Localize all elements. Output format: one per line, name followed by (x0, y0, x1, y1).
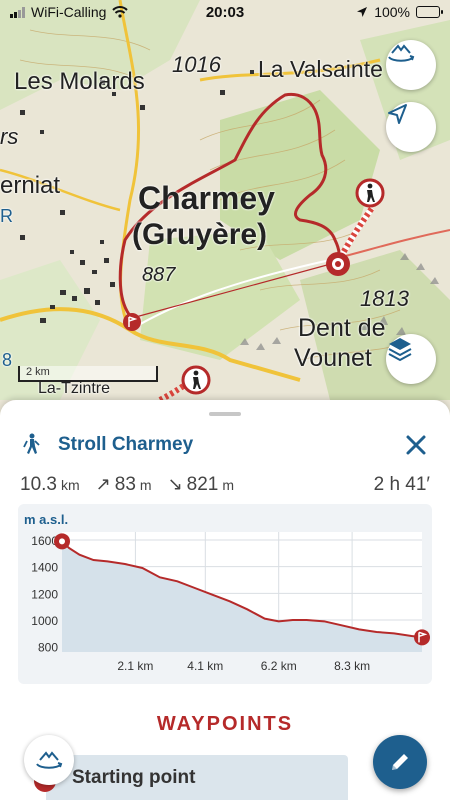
ascent-arrow-icon: ↗ (95, 474, 111, 494)
status-bar: WiFi-Calling 20:03 100% (0, 0, 450, 24)
elevation-profile[interactable]: 1600 1400 1200 1000 800 2.1 km 4.1 km 6.2 km 8.3… (18, 504, 432, 684)
ascent-stat: ↗ 83 m (96, 474, 152, 496)
x-tick-label: 4.1 km (187, 659, 223, 673)
scale-label: 2 km (26, 366, 50, 378)
close-icon[interactable] (404, 433, 428, 457)
mountain-rotate-icon (388, 44, 415, 62)
pencil-icon (392, 754, 408, 770)
descent-value: 821 (186, 474, 219, 495)
ascent-value: 83 (114, 474, 136, 495)
status-time: 20:03 (205, 3, 245, 21)
map-label-1813: 1813 (360, 286, 409, 311)
map-label-les-molards: Les Molards (14, 68, 145, 95)
map-label-la-valsainte: La Valsainte (258, 56, 383, 82)
map-label-r: R (0, 206, 13, 226)
map-label-1016: 1016 (172, 52, 221, 77)
map-3d-view-button[interactable] (386, 40, 436, 90)
y-tick-label: 1400 (31, 561, 58, 575)
waypoint-label: Starting point (72, 767, 196, 788)
descent-unit: m (222, 477, 235, 493)
map-label-gruyere: (Gruyère) (132, 218, 268, 251)
waypoint-item[interactable]: Starting point (46, 755, 348, 800)
edit-route-button[interactable] (373, 735, 427, 789)
start-pin-dot (59, 538, 65, 545)
map-label-rs: rs (0, 124, 19, 149)
x-tick-label: 6.2 km (261, 659, 297, 673)
x-tick-label: 2.1 km (117, 659, 153, 673)
map-3d-fab[interactable] (24, 735, 74, 785)
y-tick-label: 1000 (31, 614, 58, 628)
mountain-rotate-icon (36, 751, 63, 769)
end-pin (414, 629, 430, 646)
map-label-la-tzintre: La-Tzintre (38, 380, 111, 397)
elevation-chart: 16001400120010008002.1 km 4.1 km 6.2 km 8.3… (24, 512, 430, 673)
ascent-unit: m (139, 477, 152, 493)
map-label-charmey: Charmey (138, 180, 275, 216)
y-tick-label: 800 (38, 641, 58, 655)
duration-value: 2 h 41′ (373, 474, 430, 495)
route-title: Stroll Charmey (58, 434, 194, 455)
map-scale-bar: 2 km (18, 366, 158, 382)
y-tick-label: 1200 (31, 587, 58, 601)
descent-arrow-icon: ↘ (167, 474, 183, 494)
map-view[interactable]: Les Molards 1016 La Valsainte rs erniat … (0, 0, 450, 420)
map-layers-button[interactable] (386, 334, 436, 384)
x-tick-label: 8.3 km (334, 659, 370, 673)
sheet-drag-handle[interactable] (209, 412, 241, 416)
battery-icon (416, 6, 443, 18)
map-label-8: 8 (2, 350, 13, 370)
route-stats: 10.3 km ↗ 83 m ↘ 821 m 2 h 41′ (20, 474, 430, 496)
location-arrow-icon (388, 104, 407, 124)
route-title-row: Stroll Charmey (22, 431, 428, 459)
map-label-887: 887 (142, 264, 176, 286)
distance-value: 10.3 (20, 474, 57, 495)
descent-stat: ↘ 821 m (168, 474, 234, 496)
map-label-vounet: Vounet (294, 344, 372, 372)
map-label-erniat: erniat (0, 172, 61, 199)
distance-unit: km (60, 477, 80, 493)
distance-stat: 10.3 km (20, 474, 80, 496)
layers-icon (388, 338, 412, 362)
hiker-icon (23, 433, 40, 454)
y-axis-label: m a.s.l. (24, 512, 68, 527)
waypoints-heading: WAYPOINTS (156, 713, 294, 735)
locate-me-button[interactable] (386, 102, 436, 152)
map-label-dent-de: Dent de (298, 314, 386, 342)
